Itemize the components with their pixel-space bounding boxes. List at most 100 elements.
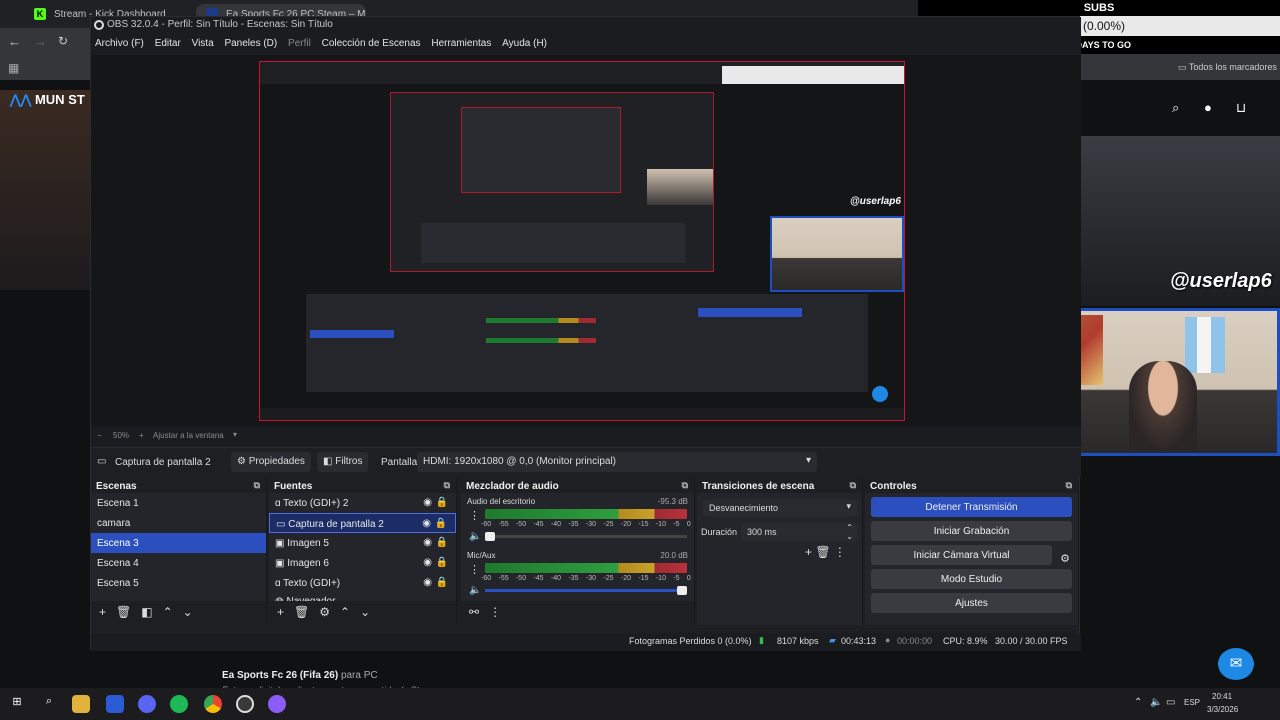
dock-float-icon[interactable]: ⧉ (682, 480, 688, 491)
obs-taskbar-icon[interactable] (236, 695, 254, 713)
more-vertical-icon[interactable]: ⋮ (469, 509, 480, 522)
properties-button[interactable]: ⚙ Propiedades (231, 452, 311, 472)
source-item[interactable]: ▣ Imagen 6 ◉ 🔒 (269, 553, 456, 573)
forward-icon[interactable]: → (34, 34, 47, 49)
gear-icon[interactable]: ⚙ (1060, 552, 1070, 565)
screen-select[interactable]: HDMI: 1920x1080 @ 0,0 (Monitor principal… (417, 452, 817, 472)
zoom-fit-dropdown[interactable]: Ajustar a la ventana (153, 431, 224, 440)
reload-icon[interactable]: ↻ (58, 34, 68, 48)
source-item[interactable]: ɑ Texto (GDI+) 2 ◉ 🔒 (269, 493, 456, 513)
lock-icon[interactable]: 🔒 (435, 518, 447, 529)
menu-perfil[interactable]: Perfil (284, 35, 315, 52)
cart-icon[interactable]: ⊔ (1236, 100, 1246, 116)
stop-stream-button[interactable]: Detener Transmisión (871, 497, 1072, 517)
add-icon[interactable]: + (805, 545, 815, 559)
speaker-icon[interactable]: 🔈 (469, 531, 481, 542)
app-icon[interactable] (268, 695, 286, 713)
filters-button[interactable]: ◧ Filtros (317, 452, 369, 472)
source-item[interactable]: ɑ Texto (GDI+) ◉ 🔒 (269, 573, 456, 593)
apps-grid-icon[interactable]: ▦ (8, 61, 19, 75)
clock-time[interactable]: 20:41 (1212, 692, 1232, 701)
dock-float-icon[interactable]: ⧉ (850, 480, 856, 491)
scene-item[interactable]: Escena 4 (91, 553, 266, 573)
all-bookmarks-link[interactable]: ▭ Todos los marcadores (1178, 62, 1277, 73)
spotify-icon[interactable] (170, 695, 188, 713)
menu-herramientas[interactable]: Herramientas (427, 35, 495, 52)
trash-icon[interactable]: 🗑 (815, 545, 834, 559)
clock-date[interactable]: 3/3/2026 (1207, 705, 1238, 714)
eye-icon[interactable]: ◉ (423, 557, 432, 568)
settings-button[interactable]: Ajustes (871, 593, 1072, 613)
dock-float-icon[interactable]: ⧉ (254, 480, 260, 491)
volume-slider-mic[interactable] (485, 586, 687, 595)
windows-start-icon[interactable]: ⊞ (8, 695, 26, 713)
zoom-out-icon[interactable]: − (97, 431, 102, 440)
chrome-icon[interactable] (204, 695, 222, 713)
volume-slider-desktop[interactable] (485, 532, 687, 541)
source-item[interactable]: ▣ Imagen 5 ◉ 🔒 (269, 533, 456, 553)
volume-icon[interactable]: 🔈 (1150, 697, 1162, 708)
move-up-icon[interactable]: ⌃ (340, 605, 350, 619)
language-indicator[interactable]: ESP (1184, 698, 1200, 707)
eye-icon[interactable]: ◉ (423, 497, 432, 508)
add-icon[interactable]: + (277, 605, 284, 619)
move-down-icon[interactable]: ⌄ (183, 605, 193, 619)
source-item-selected[interactable]: ▭ Captura de pantalla 2 ◉ 🔒 (269, 513, 456, 533)
menu-paneles[interactable]: Paneles (D) (220, 35, 281, 52)
zoom-in-icon[interactable]: + (139, 431, 144, 440)
trash-icon[interactable]: 🗑 (294, 605, 309, 619)
start-recording-button[interactable]: Iniciar Grabación (871, 521, 1072, 541)
speaker-icon[interactable]: 🔈 (469, 585, 481, 596)
scene-item[interactable]: camara (91, 513, 266, 533)
scene-item[interactable]: Escena 5 (91, 573, 266, 593)
scene-item[interactable]: Escena 1 (91, 493, 266, 513)
dock-float-icon[interactable]: ⧉ (444, 480, 450, 491)
eye-icon[interactable]: ◉ (423, 577, 432, 588)
gear-icon[interactable]: ⚙ (319, 605, 330, 619)
eye-icon[interactable]: ◉ (422, 518, 431, 529)
stepper-arrows-icon[interactable]: ⌃ ⌄ (846, 523, 853, 541)
move-down-icon[interactable]: ⌄ (360, 605, 370, 619)
dock-float-icon[interactable]: ⧉ (1066, 480, 1072, 491)
user-icon[interactable]: ● (1204, 100, 1212, 115)
transition-select[interactable]: Desvanecimiento ▾ (703, 499, 857, 517)
duration-stepper[interactable]: 300 ms ⌃ ⌄ (741, 523, 857, 541)
preview-webcam[interactable] (770, 216, 904, 292)
menu-archivo[interactable]: Archivo (F) (91, 35, 148, 52)
store-icon[interactable] (106, 695, 124, 713)
lock-icon[interactable]: 🔒 (436, 557, 448, 568)
tray-chevron-icon[interactable]: ⌃ (1134, 697, 1142, 708)
eye-icon[interactable]: ◉ (423, 537, 432, 548)
menu-vista[interactable]: Vista (188, 35, 218, 52)
file-explorer-icon[interactable] (72, 695, 90, 713)
back-icon[interactable]: ← (8, 34, 21, 49)
more-vertical-icon[interactable]: ⋮ (834, 545, 846, 559)
lock-icon[interactable]: 🔒 (436, 537, 448, 548)
menu-coleccion-escenas[interactable]: Colección de Escenas (318, 35, 425, 52)
screen-capture-source[interactable]: @userlap6 (259, 61, 905, 421)
link-icon[interactable]: ⚯ (469, 605, 479, 619)
slider-handle[interactable] (485, 532, 495, 541)
network-icon[interactable]: ▭ (1166, 697, 1175, 708)
slider-handle[interactable] (677, 586, 687, 595)
trash-icon[interactable]: 🗑 (116, 605, 131, 619)
site-logo[interactable]: ⋀⋀ MUN ST (10, 92, 90, 122)
search-icon[interactable]: ⌕ (1172, 100, 1179, 116)
virtual-camera-button[interactable]: Iniciar Cámara Virtual (871, 545, 1052, 565)
chat-bubble-icon[interactable]: ✉ (1218, 648, 1254, 680)
menu-ayuda[interactable]: Ayuda (H) (498, 35, 551, 52)
scene-item-selected[interactable]: Escena 3 (91, 533, 266, 553)
more-vertical-icon[interactable]: ⋮ (469, 563, 480, 576)
filter-icon[interactable]: ◧ (141, 605, 152, 619)
more-vertical-icon[interactable]: ⋮ (489, 605, 501, 619)
add-icon[interactable]: + (99, 605, 106, 619)
studio-mode-button[interactable]: Modo Estudio (871, 569, 1072, 589)
lock-icon[interactable]: 🔒 (436, 497, 448, 508)
obs-preview-canvas[interactable]: @userlap6 (91, 55, 1081, 427)
lock-icon[interactable]: 🔒 (436, 577, 448, 588)
discord-icon[interactable] (138, 695, 156, 713)
move-up-icon[interactable]: ⌃ (163, 605, 173, 619)
chevron-down-icon[interactable]: ▾ (233, 430, 237, 439)
menu-editar[interactable]: Editar (151, 35, 185, 52)
search-icon[interactable]: ⌕ (40, 695, 58, 713)
